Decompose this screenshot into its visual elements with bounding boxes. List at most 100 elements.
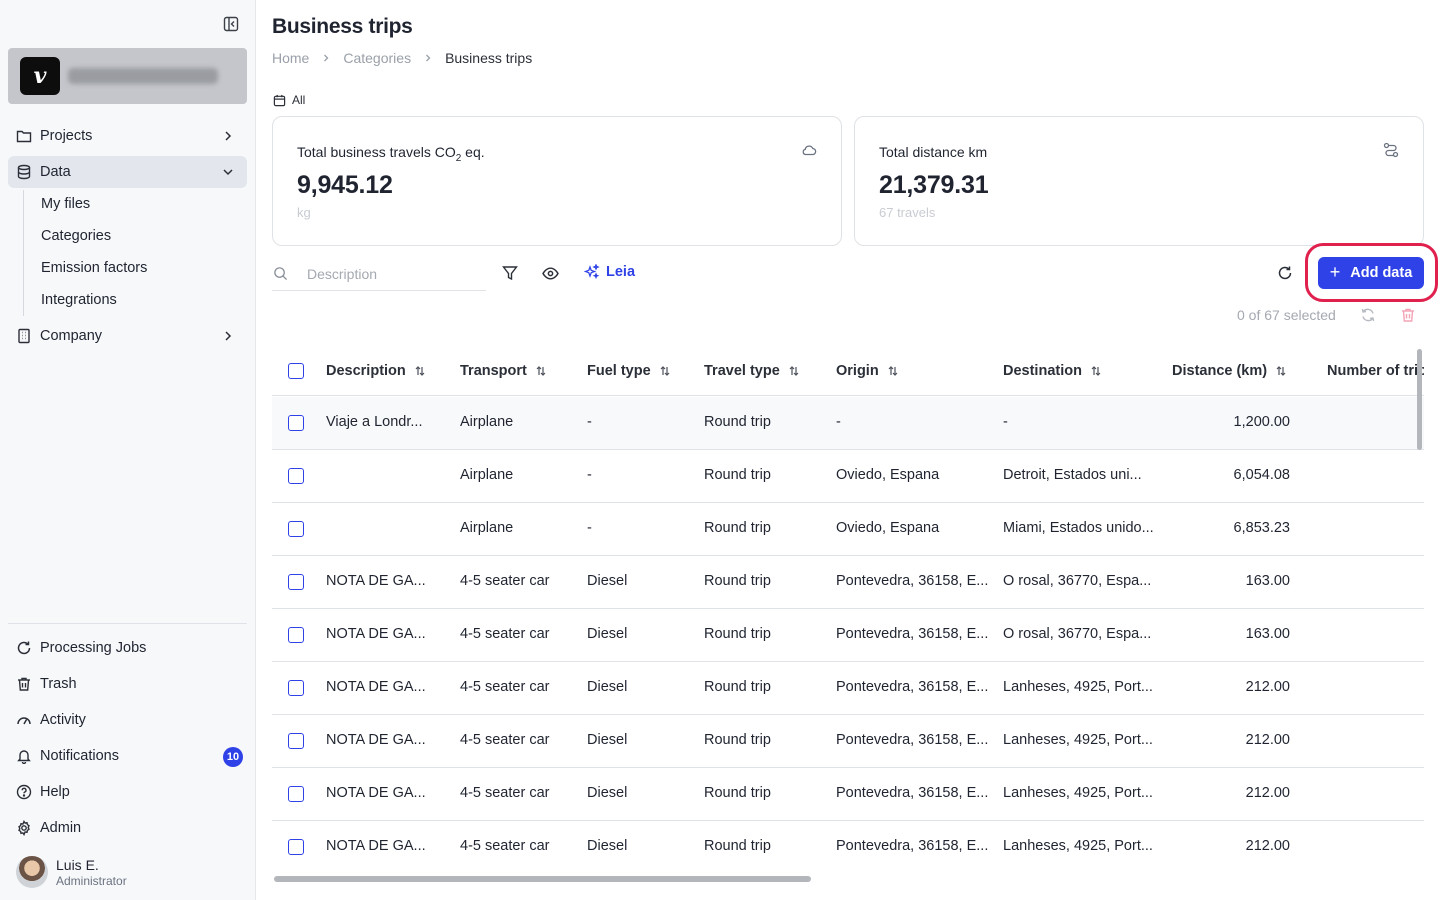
cell-origin: Pontevedra, 36158, E... [836, 626, 989, 642]
sidebar-subitem-categories[interactable]: Categories [41, 228, 111, 244]
column-header-transport[interactable]: Transport [460, 363, 547, 379]
sort-icon [1276, 366, 1286, 376]
sidebar-divider [8, 623, 247, 624]
row-checkbox[interactable] [288, 839, 304, 855]
breadcrumb-categories[interactable]: Categories [343, 50, 411, 66]
row-checkbox[interactable] [288, 680, 304, 696]
kpi-title-suffix: eq. [461, 144, 485, 160]
add-data-button[interactable]: + Add data [1318, 257, 1424, 289]
table-row[interactable]: Viaje a Londr... Airplane - Round trip - - 1,2… [272, 397, 1424, 450]
breadcrumb-home[interactable]: Home [272, 50, 309, 66]
table-row[interactable]: NOTA DE GA... 4-5 seater car Diesel Round t… [272, 821, 1424, 873]
table-row[interactable]: NOTA DE GA... 4-5 seater car Diesel Round t… [272, 556, 1424, 609]
cell-origin: Pontevedra, 36158, E... [836, 573, 989, 589]
horizontal-scrollbar[interactable] [274, 876, 811, 882]
eye-icon[interactable] [541, 264, 559, 282]
row-checkbox[interactable] [288, 521, 304, 537]
leia-label: Leia [606, 264, 636, 280]
cell-description: NOTA DE GA... [326, 785, 426, 801]
gear-icon [16, 820, 32, 836]
table-row[interactable]: NOTA DE GA... 4-5 seater car Diesel Round t… [272, 715, 1424, 768]
cell-origin: Pontevedra, 36158, E... [836, 679, 989, 695]
cell-description: NOTA DE GA... [326, 573, 426, 589]
column-header-fuel-type[interactable]: Fuel type [587, 363, 671, 379]
cell-travel-type: Round trip [704, 467, 771, 483]
row-checkbox[interactable] [288, 786, 304, 802]
refresh-icon[interactable] [1276, 264, 1294, 282]
row-checkbox[interactable] [288, 415, 304, 431]
chevron-down-icon [223, 169, 233, 176]
cell-destination: Lanheses, 4925, Port... [1003, 679, 1153, 695]
column-header-number-of-trips[interactable]: Number of trip [1327, 363, 1424, 379]
column-header-distance[interactable]: Distance (km) [1172, 363, 1287, 379]
cell-origin: Oviedo, Espana [836, 467, 940, 483]
sidebar-collapse-icon[interactable] [222, 15, 240, 33]
table-row[interactable]: NOTA DE GA... 4-5 seater car Diesel Round t… [272, 609, 1424, 662]
sidebar-item-label: Company [40, 328, 103, 344]
bell-icon [16, 748, 32, 764]
sort-icon [415, 366, 425, 376]
row-checkbox[interactable] [288, 627, 304, 643]
filter-icon[interactable] [501, 264, 519, 282]
bulk-delete-icon[interactable] [1399, 306, 1417, 324]
cell-transport: Airplane [460, 520, 514, 536]
kpi-title-text: Total business travels CO [297, 144, 456, 160]
cell-origin: - [836, 414, 841, 430]
selection-count: 0 of 67 selected [1237, 307, 1336, 323]
vertical-scrollbar[interactable] [1417, 349, 1422, 450]
sidebar-item-trash[interactable]: Trash [8, 668, 247, 700]
cell-destination: Lanheses, 4925, Port... [1003, 838, 1153, 854]
column-header-destination[interactable]: Destination [1003, 363, 1102, 379]
cell-travel-type: Round trip [704, 520, 771, 536]
cell-transport: 4-5 seater car [460, 679, 550, 695]
cell-travel-type: Round trip [704, 626, 771, 642]
column-header-description[interactable]: Description [326, 363, 426, 379]
cell-fuel-type: Diesel [587, 573, 628, 589]
cell-distance: 163.00 [1245, 573, 1290, 589]
sidebar-item-admin[interactable]: Admin [8, 812, 247, 844]
sidebar-item-data[interactable]: Data [8, 156, 247, 188]
column-header-label: Number of trip [1327, 363, 1424, 379]
period-filter[interactable]: All [273, 93, 305, 107]
sidebar-item-notifications[interactable]: Notifications 10 [8, 740, 247, 772]
submenu-guide-line [23, 190, 24, 316]
search-input[interactable] [307, 264, 477, 284]
kpi-value: 9,945.12 [297, 171, 393, 199]
cell-origin: Oviedo, Espana [836, 520, 940, 536]
sidebar-subitem-emission-factors[interactable]: Emission factors [41, 260, 147, 276]
cell-description: NOTA DE GA... [326, 732, 426, 748]
sidebar-item-help[interactable]: Help [8, 776, 247, 808]
table-row[interactable]: NOTA DE GA... 4-5 seater car Diesel Round t… [272, 662, 1424, 715]
organization-switcher[interactable]: v [8, 48, 247, 104]
sort-icon [536, 366, 546, 376]
select-all-checkbox[interactable] [288, 363, 304, 379]
search-box [272, 258, 486, 291]
column-header-origin[interactable]: Origin [836, 363, 899, 379]
cell-destination: O rosal, 36770, Espa... [1003, 626, 1152, 642]
database-icon [16, 164, 32, 180]
leia-ai-button[interactable]: Leia [584, 264, 635, 280]
row-checkbox[interactable] [288, 733, 304, 749]
sidebar-item-processing-jobs[interactable]: Processing Jobs [8, 632, 247, 664]
sidebar-subitem-my-files[interactable]: My files [41, 196, 90, 212]
help-circle-icon [16, 784, 32, 800]
bulk-edit-icon[interactable] [1359, 306, 1377, 324]
sidebar-item-label: Notifications [40, 748, 119, 764]
cell-fuel-type: Diesel [587, 679, 628, 695]
row-checkbox[interactable] [288, 468, 304, 484]
refresh-icon [16, 640, 32, 656]
gauge-icon [16, 712, 32, 728]
row-checkbox[interactable] [288, 574, 304, 590]
sidebar-item-label: Help [40, 784, 70, 800]
sidebar-subitem-integrations[interactable]: Integrations [41, 292, 117, 308]
avatar [16, 856, 48, 888]
column-header-label: Distance (km) [1172, 363, 1268, 379]
table-row[interactable]: Airplane - Round trip Oviedo, Espana Detroit… [272, 450, 1424, 503]
table-row[interactable]: Airplane - Round trip Oviedo, Espana Miami, … [272, 503, 1424, 556]
column-header-travel-type[interactable]: Travel type [704, 363, 800, 379]
sidebar-item-activity[interactable]: Activity [8, 704, 247, 736]
sidebar-item-projects[interactable]: Projects [8, 120, 247, 152]
sidebar-item-company[interactable]: Company [8, 320, 247, 352]
cell-travel-type: Round trip [704, 679, 771, 695]
table-row[interactable]: NOTA DE GA... 4-5 seater car Diesel Round t… [272, 768, 1424, 821]
